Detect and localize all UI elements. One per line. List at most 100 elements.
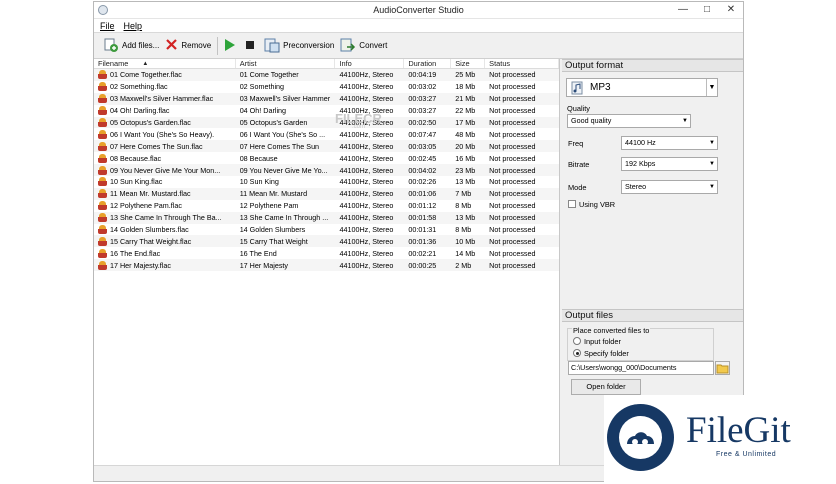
output-files-header: Output files bbox=[562, 309, 743, 322]
input-folder-radio[interactable] bbox=[573, 337, 581, 345]
filegit-logo-icon bbox=[607, 404, 674, 471]
stop-icon bbox=[245, 40, 255, 52]
cell-status: Not processed bbox=[489, 177, 536, 187]
col-size[interactable]: Size bbox=[451, 59, 486, 68]
table-row[interactable]: 10 Sun King.flac 10 Sun King 44100Hz, Ster… bbox=[94, 176, 559, 188]
cell-filename: 14 Golden Slumbers.flac bbox=[94, 225, 236, 235]
maximize-icon[interactable]: □ bbox=[695, 3, 719, 17]
table-row[interactable]: 17 Her Majesty.flac 17 Her Majesty 44100Hz… bbox=[94, 259, 559, 272]
cell-info: 44100Hz, Stereo bbox=[339, 129, 394, 139]
table-row[interactable]: 03 Maxwell's Silver Hammer.flac 03 Maxwel… bbox=[94, 92, 559, 105]
stop-button[interactable] bbox=[242, 35, 261, 57]
cell-artist: 04 Oh! Darling bbox=[239, 106, 287, 116]
cell-duration: 00:00:25 bbox=[408, 260, 437, 270]
remove-icon bbox=[165, 38, 178, 53]
filename-text: 12 Polythene Pam.flac bbox=[110, 201, 182, 211]
table-row[interactable]: 12 Polythene Pam.flac 12 Polythene Pam 441… bbox=[94, 200, 559, 212]
freq-value: 44100 Hz bbox=[625, 138, 656, 147]
table-row[interactable]: 08 Because.flac 08 Because 44100Hz, Stereo… bbox=[94, 152, 559, 164]
cell-filename: 12 Polythene Pam.flac bbox=[94, 201, 236, 211]
filename-text: 01 Come Together.flac bbox=[110, 70, 182, 80]
cell-size: 17 Mb bbox=[455, 118, 476, 127]
cell-duration: 00:04:19 bbox=[408, 70, 437, 80]
browse-folder-button[interactable] bbox=[715, 361, 730, 375]
menu-help[interactable]: Help bbox=[124, 21, 143, 31]
table-row[interactable]: 15 Carry That Weight.flac 15 Carry That W… bbox=[94, 235, 559, 248]
output-path-input[interactable]: C:\Users\wongg_000\Documents bbox=[568, 361, 714, 375]
col-filename[interactable]: Filename ▲ bbox=[94, 59, 236, 68]
col-status[interactable]: Status bbox=[485, 59, 559, 68]
audio-file-icon bbox=[98, 213, 107, 223]
cell-status: Not processed bbox=[489, 225, 536, 235]
preconversion-button[interactable]: Preconversion bbox=[261, 35, 337, 57]
audio-file-icon bbox=[98, 141, 107, 151]
table-row[interactable]: 14 Golden Slumbers.flac 14 Golden Slumber… bbox=[94, 224, 559, 236]
cell-size: 16 Mb bbox=[455, 153, 476, 163]
audio-file-icon bbox=[98, 94, 107, 104]
minimize-icon[interactable]: — bbox=[671, 3, 695, 17]
cell-status: Not processed bbox=[489, 213, 536, 223]
filename-text: 05 Octopus's Garden.flac bbox=[110, 118, 191, 127]
add-files-button[interactable]: Add files... bbox=[100, 35, 162, 57]
cell-info: 44100Hz, Stereo bbox=[339, 141, 394, 151]
col-artist[interactable]: Artist bbox=[236, 59, 336, 68]
vbr-checkbox[interactable] bbox=[568, 200, 576, 208]
table-row[interactable]: 16 The End.flac 16 The End 44100Hz, Stereo… bbox=[94, 247, 559, 259]
col-info[interactable]: Info bbox=[335, 59, 405, 68]
filename-text: 13 She Came In Through The Ba... bbox=[110, 213, 222, 223]
table-row[interactable]: 06 I Want You (She's So Heavy). 06 I Want… bbox=[94, 128, 559, 140]
format-select[interactable]: MP3 ▼ bbox=[566, 78, 718, 97]
col-duration[interactable]: Duration bbox=[404, 59, 452, 68]
cell-artist: 14 Golden Slumbers bbox=[239, 225, 306, 235]
window-title: AudioConverter Studio bbox=[373, 5, 464, 15]
menu-file[interactable]: File bbox=[100, 21, 115, 31]
table-row[interactable]: 05 Octopus's Garden.flac 05 Octopus's Gar… bbox=[94, 116, 559, 129]
mode-select[interactable]: Stereo ▼ bbox=[621, 180, 718, 194]
cell-size: 13 Mb bbox=[455, 177, 476, 187]
freq-select[interactable]: 44100 Hz ▼ bbox=[621, 136, 718, 150]
table-row[interactable]: 07 Here Comes The Sun.flac 07 Here Comes … bbox=[94, 140, 559, 153]
bitrate-value: 192 Kbps bbox=[625, 159, 656, 168]
convert-button[interactable]: Convert bbox=[337, 35, 390, 57]
audio-file-icon bbox=[98, 248, 107, 258]
quality-value: Good quality bbox=[571, 116, 612, 125]
audio-file-icon bbox=[98, 70, 107, 80]
cell-filename: 02 Something.flac bbox=[94, 82, 236, 92]
open-folder-button[interactable]: Open folder bbox=[571, 379, 641, 395]
cell-artist: 16 The End bbox=[239, 248, 277, 258]
file-list[interactable]: Filename ▲ Artist Info Duration Size Stat… bbox=[94, 59, 560, 466]
table-row[interactable]: 01 Come Together.flac 01 Come Together 441… bbox=[94, 69, 559, 81]
cell-filename: 05 Octopus's Garden.flac bbox=[94, 118, 236, 127]
cell-size: 48 Mb bbox=[455, 129, 476, 139]
cell-filename: 11 Mean Mr. Mustard.flac bbox=[94, 189, 236, 199]
table-row[interactable]: 02 Something.flac 02 Something 44100Hz, St… bbox=[94, 81, 559, 93]
cell-info: 44100Hz, Stereo bbox=[339, 153, 394, 163]
remove-button[interactable]: Remove bbox=[162, 35, 214, 57]
filename-text: 03 Maxwell's Silver Hammer.flac bbox=[110, 94, 214, 104]
table-row[interactable]: 09 You Never Give Me Your Mon... 09 You N… bbox=[94, 164, 559, 177]
cell-artist: 12 Polythene Pam bbox=[239, 201, 299, 211]
cell-info: 44100Hz, Stereo bbox=[339, 213, 394, 223]
cell-duration: 00:07:47 bbox=[408, 129, 437, 139]
table-row[interactable]: 04 Oh! Darling.flac 04 Oh! Darling 44100Hz… bbox=[94, 105, 559, 117]
quality-label: Quality bbox=[567, 104, 591, 113]
cell-info: 44100Hz, Stereo bbox=[339, 94, 394, 104]
play-button[interactable] bbox=[221, 35, 242, 57]
table-row[interactable]: 13 She Came In Through The Ba... 13 She C… bbox=[94, 211, 559, 224]
table-row[interactable]: 11 Mean Mr. Mustard.flac 11 Mean Mr. Must… bbox=[94, 187, 559, 200]
preconversion-label: Preconversion bbox=[283, 41, 335, 50]
cell-duration: 00:01:06 bbox=[408, 189, 437, 199]
cell-status: Not processed bbox=[489, 189, 536, 199]
specify-folder-label: Specify folder bbox=[584, 349, 629, 358]
cell-size: 14 Mb bbox=[455, 248, 476, 258]
input-folder-label: Input folder bbox=[584, 337, 621, 346]
close-icon[interactable]: ✕ bbox=[719, 3, 743, 17]
chevron-down-icon: ▼ bbox=[682, 118, 688, 124]
cell-duration: 00:03:05 bbox=[408, 141, 437, 151]
bitrate-select[interactable]: 192 Kbps ▼ bbox=[621, 157, 718, 171]
quality-select[interactable]: Good quality ▼ bbox=[567, 114, 691, 128]
specify-folder-radio[interactable] bbox=[573, 349, 581, 357]
output-format-header: Output format bbox=[562, 59, 743, 72]
audio-file-icon bbox=[98, 225, 107, 235]
freq-label: Freq bbox=[568, 139, 584, 148]
